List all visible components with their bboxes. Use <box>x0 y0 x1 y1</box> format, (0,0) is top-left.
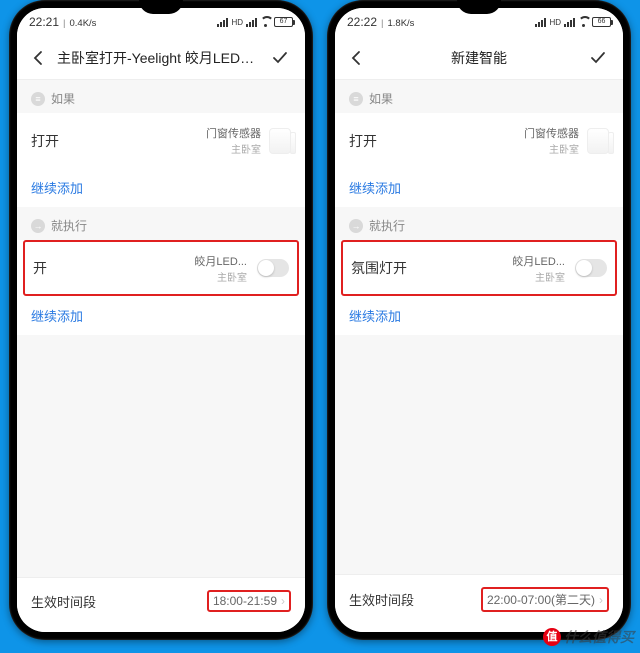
time-period-label: 生效时间段 <box>349 590 414 609</box>
then-label: 就执行 <box>51 217 87 234</box>
trigger-room: 主卧室 <box>206 141 261 156</box>
time-period-button[interactable]: 22:00-07:00(第二天) › <box>481 587 609 612</box>
navbar: 主卧室打开-Yeelight 皎月LED吸顶灯开 <box>17 36 305 80</box>
if-label: 如果 <box>51 90 75 107</box>
action-title: 开 <box>33 258 47 278</box>
action-device: 皎月LED... <box>512 253 565 269</box>
watermark: 值 什么值得买 <box>543 627 634 647</box>
page-title: 新建智能 <box>369 48 589 68</box>
trigger-room: 主卧室 <box>524 141 579 156</box>
action-highlight: 氛围灯开 皎月LED... 主卧室 <box>341 240 617 296</box>
footer: 生效时间段 18:00-21:59 › <box>17 577 305 632</box>
section-then: → 就执行 <box>17 207 305 240</box>
door-sensor-icon <box>269 128 291 154</box>
signal-icon <box>246 18 257 27</box>
trigger-device: 门窗传感器 <box>524 125 579 141</box>
trigger-row[interactable]: 打开 门窗传感器 主卧室 <box>17 113 305 168</box>
then-label: 就执行 <box>369 217 405 234</box>
watermark-icon: 值 <box>543 628 561 646</box>
back-icon[interactable] <box>31 50 51 66</box>
wifi-icon <box>578 18 589 27</box>
if-icon: ≡ <box>349 92 363 106</box>
action-room: 主卧室 <box>194 269 247 284</box>
toggle-switch[interactable] <box>575 259 607 277</box>
status-speed: 0.4K/s <box>70 18 97 29</box>
footer: 生效时间段 22:00-07:00(第二天) › <box>335 574 623 632</box>
back-icon[interactable] <box>349 50 369 66</box>
status-speed: 1.8K/s <box>388 18 415 29</box>
add-trigger-button[interactable]: 继续添加 <box>17 168 305 207</box>
signal-icon <box>217 18 228 27</box>
wifi-icon <box>260 18 271 27</box>
trigger-row[interactable]: 打开 门窗传感器 主卧室 <box>335 113 623 168</box>
add-action-button[interactable]: 继续添加 <box>17 296 305 335</box>
action-device: 皎月LED... <box>194 253 247 269</box>
toggle-switch[interactable] <box>257 259 289 277</box>
chevron-right-icon: › <box>599 593 603 607</box>
action-title: 氛围灯开 <box>351 258 407 278</box>
trigger-title: 打开 <box>349 131 377 151</box>
then-icon: → <box>31 219 45 233</box>
if-label: 如果 <box>369 90 393 107</box>
signal-icon <box>535 18 546 27</box>
chevron-right-icon: › <box>281 594 285 608</box>
battery-icon: 67 <box>274 17 293 27</box>
section-if: ≡ 如果 <box>335 80 623 113</box>
action-row[interactable]: 氛围灯开 皎月LED... 主卧室 <box>343 242 615 294</box>
phone-right: 22:22 | 1.8K/s HD 66 新建智能 <box>327 0 631 640</box>
action-highlight: 开 皎月LED... 主卧室 <box>23 240 299 296</box>
time-period-label: 生效时间段 <box>31 592 96 611</box>
status-time: 22:22 <box>347 15 377 29</box>
add-trigger-button[interactable]: 继续添加 <box>335 168 623 207</box>
trigger-device: 门窗传感器 <box>206 125 261 141</box>
trigger-title: 打开 <box>31 131 59 151</box>
door-sensor-icon <box>587 128 609 154</box>
page-title: 主卧室打开-Yeelight 皎月LED吸顶灯开 <box>51 48 271 68</box>
battery-icon: 66 <box>592 17 611 27</box>
confirm-icon[interactable] <box>589 49 609 67</box>
time-period-button[interactable]: 18:00-21:59 › <box>207 590 291 612</box>
status-time: 22:21 <box>29 15 59 29</box>
then-icon: → <box>349 219 363 233</box>
phone-left: 22:21 | 0.4K/s HD 67 主卧室打开-Yeelight 皎月LE… <box>9 0 313 640</box>
signal-icon <box>564 18 575 27</box>
confirm-icon[interactable] <box>271 49 291 67</box>
add-action-button[interactable]: 继续添加 <box>335 296 623 335</box>
section-if: ≡ 如果 <box>17 80 305 113</box>
action-room: 主卧室 <box>512 269 565 284</box>
action-row[interactable]: 开 皎月LED... 主卧室 <box>25 242 297 294</box>
section-then: → 就执行 <box>335 207 623 240</box>
if-icon: ≡ <box>31 92 45 106</box>
navbar: 新建智能 <box>335 36 623 80</box>
